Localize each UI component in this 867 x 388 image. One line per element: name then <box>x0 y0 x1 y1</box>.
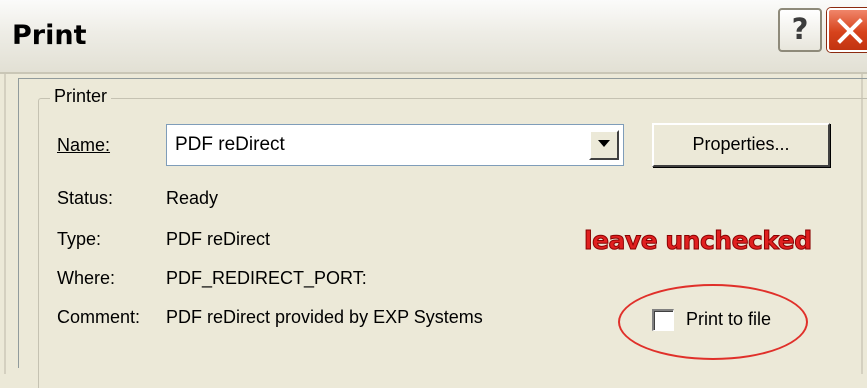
close-button[interactable] <box>827 8 867 52</box>
status-label: Status: <box>57 188 114 208</box>
print-to-file-label[interactable]: Print to file <box>686 309 771 330</box>
type-label: Type: <box>57 229 102 249</box>
status-value: Ready <box>166 188 219 208</box>
properties-button-label: Properties... <box>692 134 790 154</box>
help-icon: ? <box>791 12 809 46</box>
properties-button[interactable]: Properties... <box>652 123 830 167</box>
printer-group-legend: Printer <box>50 86 112 107</box>
name-label: Name: <box>57 135 111 155</box>
window-title: Print <box>12 20 87 51</box>
title-bar[interactable]: Print ? <box>0 0 867 74</box>
where-value: PDF_REDIRECT_PORT: <box>166 268 367 288</box>
dropdown-button[interactable] <box>589 130 619 160</box>
chevron-down-icon <box>598 140 610 147</box>
help-button[interactable]: ? <box>778 8 822 52</box>
print-to-file-checkbox[interactable] <box>652 309 674 331</box>
printer-name-select[interactable]: PDF reDirect <box>166 124 624 166</box>
where-label: Where: <box>57 268 116 288</box>
comment-value: PDF reDirect provided by EXP Systems <box>166 307 483 327</box>
comment-label: Comment: <box>57 307 141 327</box>
annotation-text: leave unchecked <box>584 226 813 256</box>
printer-name-value: PDF reDirect <box>175 134 285 155</box>
close-icon <box>837 18 863 44</box>
type-value: PDF reDirect <box>166 229 271 249</box>
